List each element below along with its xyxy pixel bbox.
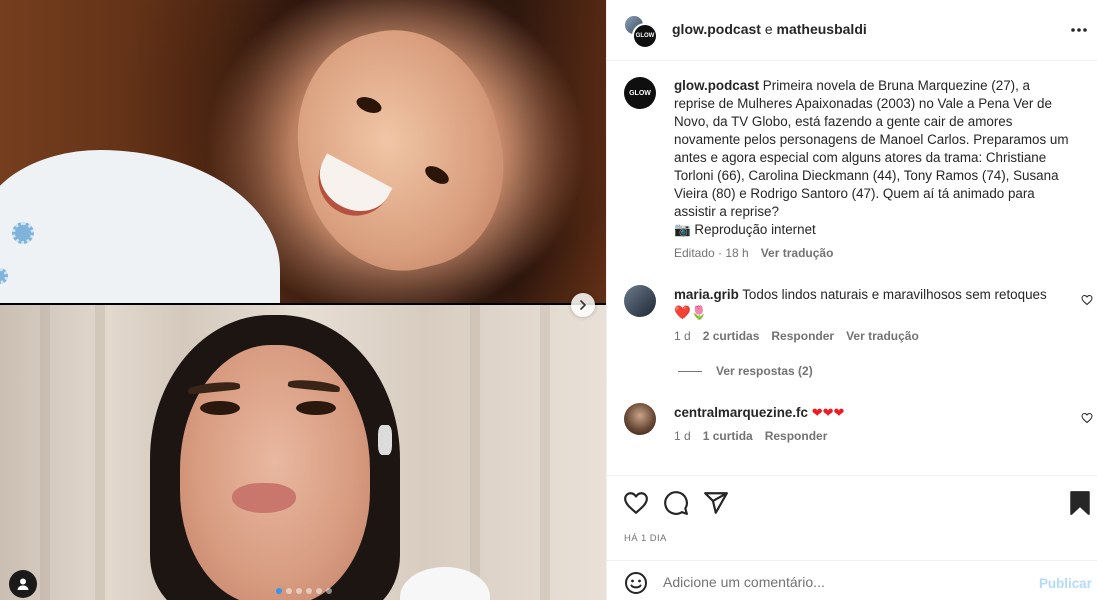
comment-time: 1 d [674, 429, 691, 443]
comment-username[interactable]: centralmarquezine.fc [674, 405, 808, 420]
carousel-dot [326, 588, 332, 594]
carousel-dot [306, 588, 312, 594]
comment-username[interactable]: maria.grib [674, 287, 739, 302]
publish-button[interactable]: Publicar [1039, 576, 1092, 591]
post-media-carousel[interactable] [0, 0, 606, 600]
chevron-right-icon [580, 300, 586, 310]
comments-scroll-area[interactable]: GLOW glow.podcast Primeira novela de Bru… [607, 61, 1097, 475]
caption-meta: Editado · 18 h Ver tradução [674, 246, 833, 260]
comment-time: 1 d [674, 329, 691, 343]
photo-child-bruna [0, 0, 606, 303]
carousel-dot [316, 588, 322, 594]
author-link[interactable]: glow.podcast [672, 21, 761, 37]
post-caption: glow.podcast Primeira novela de Bruna Ma… [674, 77, 1069, 239]
view-replies-label: Ver respostas (2) [716, 364, 813, 378]
more-options-button[interactable] [1069, 20, 1089, 40]
like-comment-heart-icon[interactable] [1081, 294, 1093, 306]
avatar[interactable]: GLOW [624, 77, 656, 109]
caption-credit: 📷 Reprodução internet [674, 222, 816, 237]
avatar: GLOW [632, 23, 658, 49]
caption-username[interactable]: glow.podcast [674, 78, 759, 93]
comment-input[interactable] [663, 569, 1023, 595]
user-tags-button[interactable] [9, 570, 37, 598]
comment: maria.grib Todos lindos naturais e marav… [674, 286, 1069, 322]
caption-text: Primeira novela de Bruna Marquezine (27)… [674, 78, 1069, 219]
like-comment-heart-icon[interactable] [1081, 412, 1093, 424]
heart-icon[interactable] [623, 490, 649, 516]
comment-meta: 1 d 1 curtida Responder [674, 429, 827, 443]
author-conjunction: e [764, 21, 773, 37]
comment-text: Todos lindos naturais e maravilhosos sem… [742, 287, 1047, 302]
carousel-indicator [276, 588, 332, 594]
user-tag-icon [17, 578, 29, 590]
comment-likes[interactable]: 1 curtida [703, 429, 753, 443]
collab-avatars[interactable]: GLOW [623, 14, 659, 50]
avatar[interactable] [624, 285, 656, 317]
avatar[interactable] [624, 403, 656, 435]
share-icon[interactable] [703, 490, 729, 516]
comment-emoji: ❤️🌷 [674, 305, 708, 320]
translate-link[interactable]: Ver tradução [761, 246, 834, 260]
post-authors: glow.podcast e matheusbaldi [672, 21, 867, 37]
photo-adult-bruna [0, 305, 606, 600]
carousel-next-button[interactable] [571, 293, 595, 317]
comment-text: ❤❤❤ [811, 405, 845, 420]
post-header: GLOW glow.podcast e matheusbaldi [607, 0, 1097, 61]
more-horizontal-icon [1071, 28, 1087, 32]
emoji-icon[interactable] [624, 571, 648, 595]
post-date: HÁ 1 DIA [624, 533, 667, 544]
post-details-panel: GLOW glow.podcast e matheusbaldi GLOW gl… [606, 0, 1097, 600]
carousel-dot [276, 588, 282, 594]
bookmark-icon[interactable] [1067, 490, 1093, 516]
comment-meta: 1 d 2 curtidas Responder Ver tradução [674, 329, 919, 343]
comment-composer: Publicar [607, 560, 1097, 600]
comment-likes[interactable]: 2 curtidas [703, 329, 760, 343]
carousel-dot [296, 588, 302, 594]
edited-timestamp: Editado · 18 h [674, 246, 749, 260]
comment: centralmarquezine.fc ❤❤❤ [674, 404, 1069, 422]
translate-link[interactable]: Ver tradução [846, 329, 919, 343]
coauthor-link[interactable]: matheusbaldi [777, 21, 867, 37]
view-replies-button[interactable]: Ver respostas (2) [678, 364, 813, 378]
comment-icon[interactable] [663, 490, 689, 516]
reply-button[interactable]: Responder [765, 429, 828, 443]
carousel-dot [286, 588, 292, 594]
post-actions-bar [607, 475, 1097, 527]
reply-button[interactable]: Responder [771, 329, 834, 343]
